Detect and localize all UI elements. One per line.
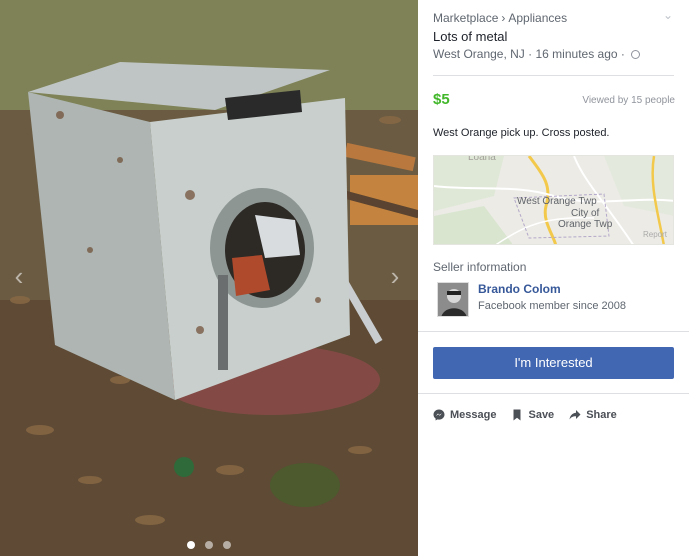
- share-button[interactable]: Share: [569, 409, 617, 421]
- divider: [418, 331, 689, 332]
- seller-member-since: Facebook member since 2008: [478, 300, 626, 312]
- save-label: Save: [528, 409, 555, 421]
- seller-name-link[interactable]: Brando Colom: [478, 282, 561, 296]
- action-bar: Message Save Share: [433, 409, 617, 421]
- breadcrumb: Marketplace › Appliances: [433, 11, 567, 25]
- location-map[interactable]: Loana West Orange Twp City of Orange Twp…: [433, 155, 674, 245]
- divider: [433, 75, 674, 76]
- messenger-icon: [433, 409, 445, 421]
- listing-location[interactable]: West Orange, NJ: [433, 47, 525, 61]
- listing-title: Lots of metal: [433, 29, 508, 44]
- map-label-loana: Loana: [468, 155, 496, 163]
- listing-posted-time: 16 minutes ago: [535, 47, 618, 61]
- listing-meta: West Orange, NJ · 16 minutes ago ·: [433, 47, 641, 61]
- share-label: Share: [586, 409, 617, 421]
- map-label-city-of: City of: [571, 208, 600, 219]
- chevron-right-icon[interactable]: ›: [384, 262, 406, 290]
- photo-dot-3[interactable]: [223, 541, 231, 549]
- divider: [418, 393, 689, 394]
- breadcrumb-appliances[interactable]: Appliances: [508, 11, 567, 25]
- message-button[interactable]: Message: [433, 409, 496, 421]
- listing-photo-image: [0, 0, 418, 556]
- map-report-link[interactable]: Report: [643, 230, 667, 239]
- photo-pager: [0, 536, 418, 554]
- seller-heading: Seller information: [433, 260, 527, 274]
- map-label-west-orange: West Orange Twp: [517, 196, 597, 207]
- view-count: Viewed by 15 people: [582, 95, 675, 106]
- chevron-down-icon[interactable]: ⌄: [663, 8, 673, 22]
- avatar-image: [438, 283, 468, 316]
- listing-details: Marketplace › Appliances ⌄ Lots of metal W…: [418, 0, 689, 556]
- listing-price: $5: [433, 91, 450, 108]
- listing-description: West Orange pick up. Cross posted.: [433, 127, 610, 139]
- photo-dot-2[interactable]: [205, 541, 213, 549]
- save-button[interactable]: Save: [511, 409, 554, 421]
- breadcrumb-marketplace[interactable]: Marketplace: [433, 11, 498, 25]
- listing-photo[interactable]: ‹ ›: [0, 0, 418, 556]
- interested-button[interactable]: I'm Interested: [433, 347, 674, 379]
- message-label: Message: [450, 409, 497, 421]
- photo-dot-1[interactable]: [187, 541, 195, 549]
- breadcrumb-separator: ›: [501, 11, 506, 25]
- map-label-orange-twp: Orange Twp: [558, 219, 613, 230]
- avatar[interactable]: [437, 282, 469, 317]
- chevron-left-icon[interactable]: ‹: [8, 262, 30, 290]
- bookmark-icon: [513, 409, 521, 421]
- globe-icon: [631, 50, 641, 59]
- meta-separator: ·: [528, 47, 533, 61]
- share-icon: [569, 410, 581, 420]
- meta-separator: ·: [620, 47, 625, 61]
